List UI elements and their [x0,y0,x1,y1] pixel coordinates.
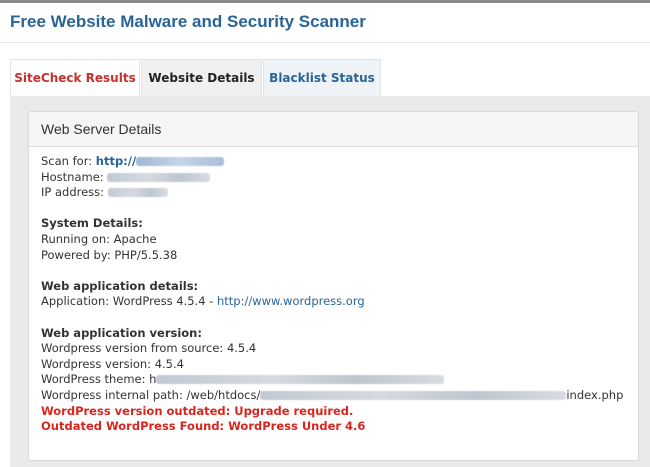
redacted-path [260,390,567,400]
internal-path-label: Wordpress internal path: /web/htdocs/ [41,387,261,402]
web-application-version-heading: Web application version: [41,325,202,340]
internal-path-row: Wordpress internal path: /web/htdocs/ind… [41,388,623,404]
redacted-theme [156,375,445,385]
scan-for-label: Scan for: [41,154,93,168]
wordpress-version: Wordpress version: 4.5.4 [41,356,184,371]
page-title: Free Website Malware and Security Scanne… [10,12,366,31]
wordpress-theme-label: WordPress theme: h [41,372,157,387]
panel-header: Web Server Details [29,112,638,147]
panel-title: Web Server Details [41,121,162,137]
warning-outdated-found: Outdated WordPress Found: WordPress Unde… [41,419,366,434]
tab-sitecheck-results[interactable]: SiteCheck Results [10,59,140,96]
application-row: Application: WordPress 4.5.4 - http://ww… [41,294,623,310]
panel-body: Scan for: http:// Hostname: IP address: … [41,154,623,435]
system-details-heading: System Details: [41,216,143,231]
title-divider [0,42,650,43]
redacted-hostname [107,172,211,182]
redacted-ip [107,188,168,198]
application-text: Application: WordPress 4.5.4 - [41,294,217,309]
tab-website-details[interactable]: Website Details [141,59,262,96]
scan-url-link[interactable]: http:// [95,154,225,168]
ip-row: IP address: [41,185,623,201]
hostname-label: Hostname: [41,169,104,184]
ip-label: IP address: [41,185,105,200]
redacted-url [136,157,225,166]
powered-by: Powered by: PHP/5.5.38 [41,247,178,262]
warning-version-outdated: WordPress version outdated: Upgrade requ… [41,403,354,418]
scan-for-row: Scan for: http:// [41,154,623,170]
version-from-source: Wordpress version from source: 4.5.4 [41,341,257,356]
web-server-details-panel: Web Server Details Scan for: http:// Hos… [28,111,639,461]
wordpress-theme-row: WordPress theme: h [41,372,623,388]
hostname-row: Hostname: [41,170,623,186]
wordpress-org-link[interactable]: http://www.wordpress.org [217,294,365,308]
tab-blacklist-status[interactable]: Blacklist Status [263,59,381,96]
internal-path-end: index.php [566,387,624,402]
running-on: Running on: Apache [41,231,157,246]
top-border [0,0,650,3]
scan-url-prefix: http:// [95,154,137,168]
web-application-details-heading: Web application details: [41,278,199,293]
